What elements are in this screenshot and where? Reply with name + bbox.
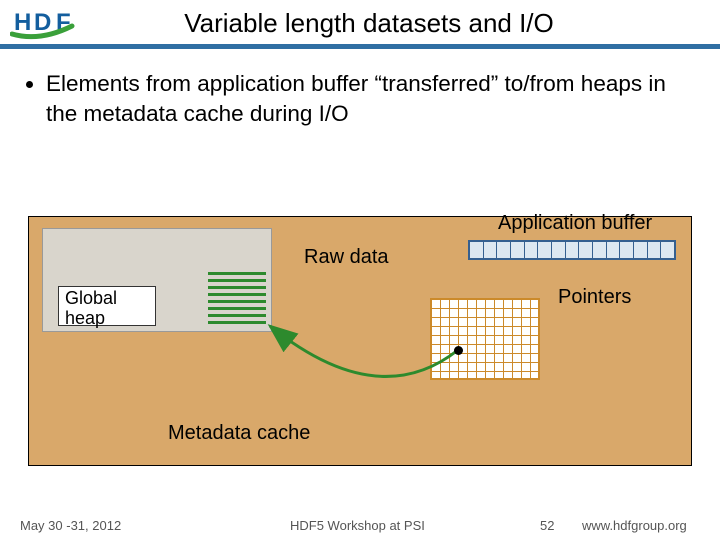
footer-date: May 30 -31, 2012 <box>20 518 121 533</box>
footer-url: www.hdfgroup.org <box>582 518 687 533</box>
svg-text:H: H <box>14 9 31 36</box>
bullet-item: Elements from application buffer “transf… <box>46 69 696 130</box>
diagram: Application buffer Raw data Global heap … <box>28 198 692 466</box>
pointers-label: Pointers <box>558 286 631 309</box>
footer-page: 52 <box>540 518 554 533</box>
pointer-grid <box>430 298 540 380</box>
global-heap-box: Global heap <box>58 286 156 326</box>
slide-title: Variable length datasets and I/O <box>88 8 710 39</box>
slide-header: H D F Variable length datasets and I/O <box>0 0 720 42</box>
app-buffer-strip <box>468 240 676 260</box>
app-buffer-label: Application buffer <box>498 212 652 235</box>
pointer-dot-icon <box>454 346 463 355</box>
heap-stripes-icon <box>208 272 266 328</box>
slide-footer: May 30 -31, 2012 HDF5 Workshop at PSI 52… <box>0 510 720 540</box>
raw-data-label: Raw data <box>304 246 389 269</box>
hdf-logo-icon: H D F <box>10 4 88 42</box>
bullet-list: Elements from application buffer “transf… <box>0 49 720 130</box>
metadata-cache-label: Metadata cache <box>168 422 310 445</box>
svg-text:D: D <box>34 9 51 36</box>
footer-event: HDF5 Workshop at PSI <box>290 518 425 533</box>
